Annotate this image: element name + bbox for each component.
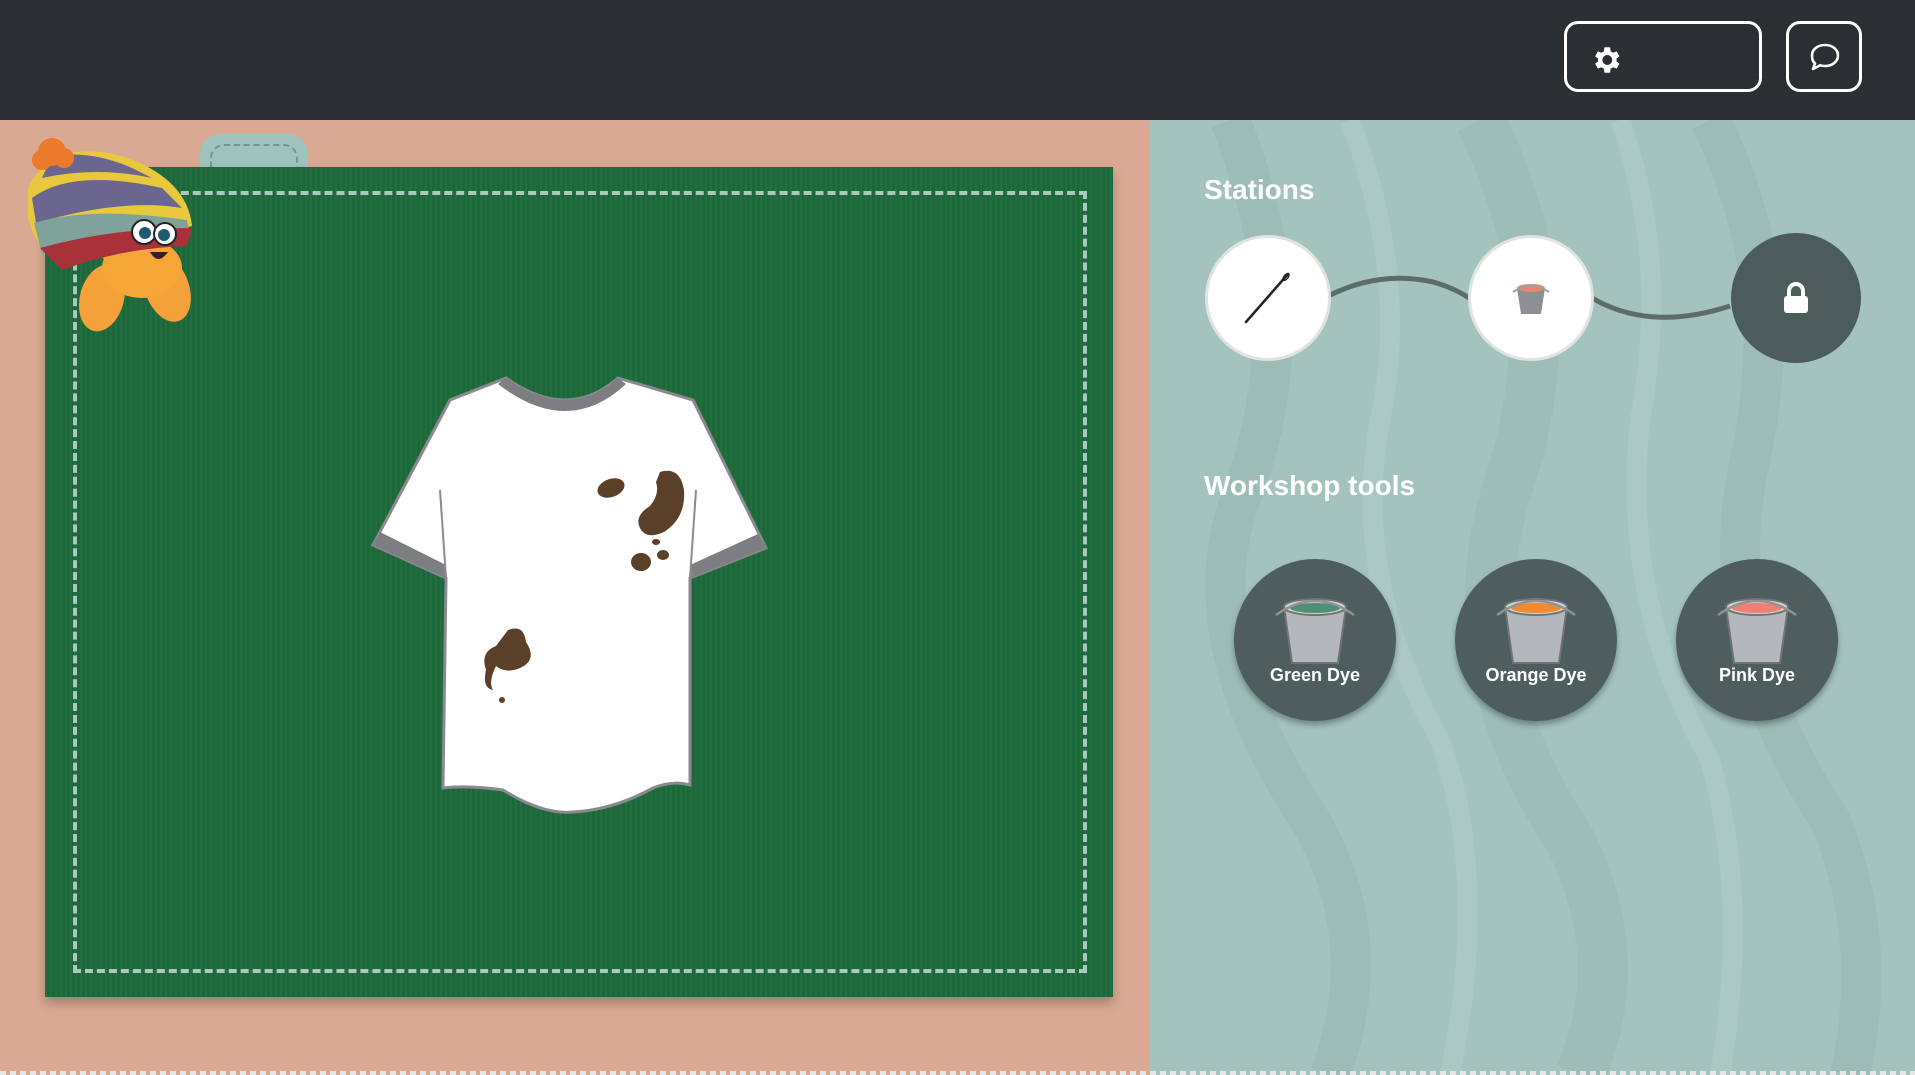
side-panel: Stations Workshop tools Green Dye Orange… (1150, 120, 1915, 1075)
bottom-border (0, 1071, 1915, 1075)
hermit-crab-mascot (28, 138, 192, 332)
top-bar (0, 0, 1915, 120)
tool-label: Orange Dye (1485, 665, 1587, 685)
orange-dye-tool[interactable]: Orange Dye (1455, 559, 1617, 721)
speech-bubble-icon (1810, 43, 1840, 71)
station-dyeing[interactable] (1468, 235, 1594, 361)
needle-icon (1244, 272, 1290, 324)
stained-tshirt[interactable] (368, 370, 778, 815)
gear-icon (1595, 47, 1620, 73)
green-dye-tool[interactable]: Green Dye (1234, 559, 1396, 721)
dye-bucket-icon (1512, 284, 1550, 314)
pink-dye-tool[interactable]: Pink Dye (1676, 559, 1838, 721)
lock-icon (1784, 282, 1808, 313)
tool-label: Green Dye (1269, 665, 1361, 685)
workshop-tools-title: Workshop tools (1204, 470, 1416, 501)
settings-button[interactable] (1564, 21, 1762, 92)
bucket-icon (1275, 598, 1355, 664)
station-sewing[interactable] (1205, 235, 1331, 361)
bucket-icon (1717, 598, 1797, 664)
tool-label: Pink Dye (1718, 665, 1796, 685)
station-locked[interactable] (1731, 233, 1861, 363)
bucket-icon (1496, 598, 1576, 664)
chat-button[interactable] (1786, 21, 1862, 92)
